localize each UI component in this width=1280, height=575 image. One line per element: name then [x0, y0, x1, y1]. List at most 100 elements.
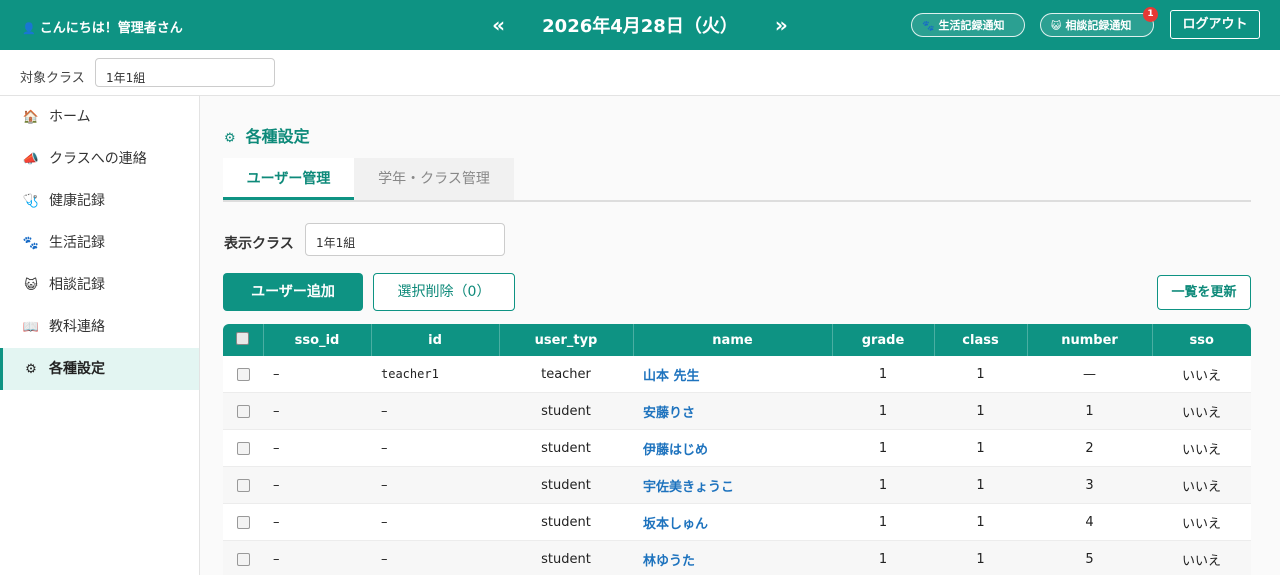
column-header-sso-id[interactable]: sso_id: [263, 324, 372, 356]
row-checkbox[interactable]: [236, 441, 250, 455]
target-class-label: 対象クラス: [20, 71, 85, 86]
row-checkbox[interactable]: [236, 478, 250, 492]
table-row: – teacher1 teacher 山本 先生 1 1 — いいえ: [223, 356, 1251, 393]
cell-user-type: student: [499, 466, 633, 504]
class-selector-bar: 対象クラス 1年1組: [0, 50, 1280, 96]
add-user-button[interactable]: ユーザー追加: [223, 273, 363, 311]
column-header-number[interactable]: number: [1027, 324, 1153, 356]
prev-day-button[interactable]: «: [492, 13, 505, 37]
column-header-user-type[interactable]: user_typ: [499, 324, 634, 356]
cell-grade: 1: [832, 429, 934, 467]
sidebar-item-health-record[interactable]: 🩺 健康記録: [0, 180, 199, 222]
sidebar-item-consult-record[interactable]: 😺 相談記録: [0, 264, 199, 306]
cell-name: 伊藤はじめ: [633, 429, 832, 467]
sidebar-item-label: 生活記録: [49, 235, 105, 251]
cell-grade: 1: [832, 356, 934, 393]
target-class-select[interactable]: 1年1組: [95, 58, 275, 87]
cell-class: 1: [934, 429, 1027, 467]
row-select-cell: [223, 503, 263, 541]
sidebar-item-settings[interactable]: ⚙ 各種設定: [0, 348, 199, 390]
row-checkbox[interactable]: [236, 367, 250, 381]
user-name-link[interactable]: 宇佐美きょうこ: [643, 480, 734, 495]
cell-grade: 1: [832, 392, 934, 430]
tab-grade-class-management[interactable]: 学年・クラス管理: [354, 158, 514, 200]
table-row: – – student 安藤りさ 1 1 1 いいえ: [223, 392, 1251, 430]
display-class-label: 表示クラス: [224, 236, 294, 252]
user-name-link[interactable]: 安藤りさ: [643, 406, 695, 421]
sidebar-item-home[interactable]: 🏠 ホーム: [0, 96, 199, 138]
cell-user-type: student: [499, 429, 633, 467]
cell-id: –: [371, 392, 499, 430]
cell-number: 5: [1027, 540, 1152, 575]
cell-sso: いいえ: [1152, 540, 1251, 575]
cell-number: 2: [1027, 429, 1152, 467]
life-record-notify-button[interactable]: 🐾 生活記録通知: [911, 13, 1025, 37]
consult-record-notify-button[interactable]: 😺 相談記録通知 1: [1040, 7, 1158, 37]
sidebar-item-label: ホーム: [49, 109, 91, 125]
cell-class: 1: [934, 392, 1027, 430]
row-checkbox[interactable]: [236, 404, 250, 418]
cell-id: –: [371, 503, 499, 541]
megaphone-icon: 📣: [22, 152, 40, 167]
greeting: 👤 こんにちは！管理者さん: [22, 17, 183, 36]
book-icon: 📖: [22, 320, 40, 335]
cell-id: teacher1: [371, 356, 499, 393]
column-header-name[interactable]: name: [633, 324, 833, 356]
row-select-cell: [223, 356, 263, 393]
gear-icon: ⚙: [224, 131, 236, 146]
settings-tabs: ユーザー管理 学年・クラス管理: [223, 158, 1251, 202]
row-checkbox[interactable]: [236, 515, 250, 529]
row-select-cell: [223, 540, 263, 575]
refresh-list-button[interactable]: 一覧を更新: [1157, 275, 1251, 310]
sidebar-item-label: 健康記録: [49, 193, 105, 209]
user-name-link[interactable]: 伊藤はじめ: [643, 443, 708, 458]
gear-icon: ⚙: [25, 362, 37, 377]
cell-sso: いいえ: [1152, 429, 1251, 467]
column-header-sso[interactable]: sso: [1152, 324, 1251, 356]
logout-button[interactable]: ログアウト: [1170, 10, 1260, 39]
cell-class: 1: [934, 503, 1027, 541]
column-header-grade[interactable]: grade: [832, 324, 935, 356]
table-row: – – student 伊藤はじめ 1 1 2 いいえ: [223, 429, 1251, 467]
column-header-id[interactable]: id: [371, 324, 500, 356]
row-select-cell: [223, 392, 263, 430]
cell-user-type: student: [499, 503, 633, 541]
select-all-cell: [223, 324, 264, 356]
cell-class: 1: [934, 540, 1027, 575]
page-title-text: 各種設定: [245, 127, 310, 146]
sidebar: 🏠 ホーム 📣 クラスへの連絡 🩺 健康記録 🐾 生活記録 😺 相談記録 📖 教科連絡 ⚙ 各…: [0, 96, 200, 575]
display-class-select[interactable]: 1年1組: [305, 223, 505, 256]
next-day-button[interactable]: »: [775, 13, 788, 37]
row-select-cell: [223, 466, 263, 504]
notification-badge: 1: [1143, 7, 1158, 22]
cell-grade: 1: [832, 503, 934, 541]
sidebar-item-life-record[interactable]: 🐾 生活記録: [0, 222, 199, 264]
cell-id: –: [371, 429, 499, 467]
column-header-class[interactable]: class: [934, 324, 1028, 356]
cell-number: 4: [1027, 503, 1152, 541]
user-name-link[interactable]: 山本 先生: [643, 369, 700, 384]
cell-sso: いいえ: [1152, 356, 1251, 393]
sidebar-item-class-notice[interactable]: 📣 クラスへの連絡: [0, 138, 199, 180]
greeting-text: こんにちは！管理者さん: [39, 21, 183, 36]
cell-class: 1: [934, 466, 1027, 504]
current-date: 2026年4月28日（火）: [542, 16, 738, 37]
top-header: 👤 こんにちは！管理者さん « 2026年4月28日（火） » 🐾 生活記録通知 😺…: [0, 0, 1280, 50]
table-row: – – student 坂本しゅん 1 1 4 いいえ: [223, 503, 1251, 541]
user-name-link[interactable]: 林ゆうた: [643, 554, 695, 569]
table-header-row: sso_id id user_typ name grade class numb…: [223, 324, 1251, 356]
cell-name: 坂本しゅん: [633, 503, 832, 541]
page-title: ⚙ 各種設定: [224, 123, 310, 147]
table-row: – – student 宇佐美きょうこ 1 1 3 いいえ: [223, 466, 1251, 504]
user-table: sso_id id user_typ name grade class numb…: [223, 324, 1251, 575]
tab-user-management[interactable]: ユーザー管理: [223, 158, 354, 200]
cell-number: —: [1027, 356, 1152, 393]
user-name-link[interactable]: 坂本しゅん: [643, 517, 708, 532]
select-all-checkbox[interactable]: [236, 331, 250, 345]
sidebar-item-subject-notice[interactable]: 📖 教科連絡: [0, 306, 199, 348]
table-row: – – student 林ゆうた 1 1 5 いいえ: [223, 540, 1251, 575]
delete-selected-button[interactable]: 選択削除（0）: [373, 273, 515, 311]
sidebar-item-label: クラスへの連絡: [49, 151, 147, 167]
row-checkbox[interactable]: [236, 552, 250, 566]
cell-user-type: student: [499, 540, 633, 575]
